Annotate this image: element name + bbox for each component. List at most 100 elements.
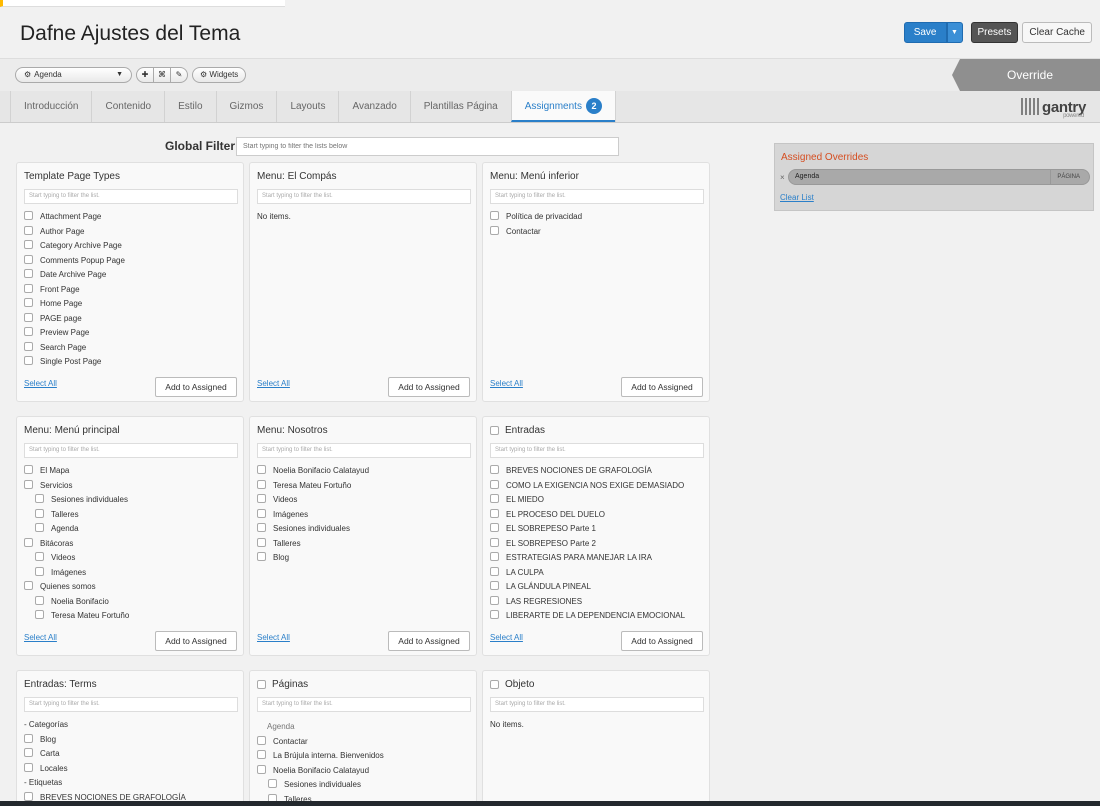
panel-filter-input[interactable]: Start typing to filter the list. xyxy=(24,189,238,204)
checkbox[interactable] xyxy=(490,610,499,619)
list-item[interactable]: EL MIEDO xyxy=(490,492,704,507)
list-item[interactable]: Carta xyxy=(24,746,238,761)
select-all-link[interactable]: Select All xyxy=(490,633,523,642)
list-item[interactable]: EL SOBREPESO Parte 2 xyxy=(490,536,704,551)
add-to-assigned-button[interactable]: Add to Assigned xyxy=(621,377,703,397)
checkbox[interactable] xyxy=(490,508,499,518)
checkbox[interactable] xyxy=(24,748,33,757)
list-item[interactable]: LAS REGRESIONES xyxy=(490,594,704,609)
list-item[interactable]: Search Page xyxy=(24,340,238,355)
checkbox[interactable] xyxy=(35,523,44,532)
checkbox[interactable] xyxy=(257,479,266,489)
list-item[interactable]: La Brújula interna. Bienvenidos xyxy=(257,748,471,763)
global-filter-input[interactable] xyxy=(236,137,619,156)
checkbox[interactable] xyxy=(490,581,499,590)
checkbox[interactable] xyxy=(24,327,33,336)
select-all-link[interactable]: Select All xyxy=(24,633,57,642)
list-item[interactable]: Servicios xyxy=(24,478,238,493)
checkbox[interactable] xyxy=(257,537,266,547)
list-item[interactable]: Videos xyxy=(257,492,471,507)
list-item[interactable]: Blog xyxy=(257,550,471,565)
list-item[interactable]: El Mapa xyxy=(24,463,238,478)
checkbox[interactable] xyxy=(257,494,266,503)
list-item[interactable]: LIBERARTE DE LA DEPENDENCIA EMOCIONAL xyxy=(490,608,704,623)
checkbox[interactable] xyxy=(35,508,44,518)
tab-gizmos[interactable]: Gizmos xyxy=(215,91,277,122)
checkbox[interactable] xyxy=(35,494,44,503)
panel-filter-input[interactable]: Start typing to filter the list. xyxy=(490,697,704,712)
list-item[interactable]: Locales xyxy=(24,761,238,776)
panel-filter-input[interactable]: Start typing to filter the list. xyxy=(257,189,471,204)
list-item[interactable]: LA GLÁNDULA PINEAL xyxy=(490,579,704,594)
list-item[interactable]: Home Page xyxy=(24,296,238,311)
list-item[interactable]: Author Page xyxy=(24,224,238,239)
list-item[interactable]: Teresa Mateu Fortuño xyxy=(24,608,238,623)
checkbox[interactable] xyxy=(24,465,33,474)
list-item[interactable]: EL SOBREPESO Parte 1 xyxy=(490,521,704,536)
select-all-link[interactable]: Select All xyxy=(257,633,290,642)
list-item[interactable]: BREVES NOCIONES DE GRAFOLOGÍA xyxy=(490,463,704,478)
list-item[interactable]: Noelia Bonifacio xyxy=(24,594,238,609)
panel-filter-input[interactable]: Start typing to filter the list. xyxy=(257,443,471,458)
checkbox[interactable] xyxy=(24,537,33,547)
panel-list[interactable]: Agenda Contactar La Brújula interna. Bie… xyxy=(257,719,471,805)
panel-filter-input[interactable]: Start typing to filter the list. xyxy=(490,189,704,204)
checkbox[interactable] xyxy=(257,508,266,518)
checkbox[interactable] xyxy=(490,225,499,235)
panel-filter-input[interactable]: Start typing to filter the list. xyxy=(24,443,238,458)
duplicate-override-icon[interactable]: ⌘ xyxy=(153,67,171,83)
list-item[interactable]: Comments Popup Page xyxy=(24,253,238,268)
add-to-assigned-button[interactable]: Add to Assigned xyxy=(155,631,237,651)
list-item[interactable]: Category Archive Page xyxy=(24,238,238,253)
select-all-link[interactable]: Select All xyxy=(257,379,290,388)
checkbox[interactable] xyxy=(257,523,266,532)
checkbox[interactable] xyxy=(24,211,33,220)
list-item[interactable]: Sesiones individuales xyxy=(257,777,471,792)
add-override-icon[interactable]: ✚ xyxy=(136,67,154,83)
panel-filter-input[interactable]: Start typing to filter the list. xyxy=(257,697,471,712)
checkbox[interactable] xyxy=(24,269,33,278)
select-all-link[interactable]: Select All xyxy=(24,379,57,388)
select-group-checkbox[interactable] xyxy=(257,680,266,689)
panel-list[interactable]: - Categorías Blog Carta Locales - Etique… xyxy=(24,717,238,803)
list-item[interactable]: PAGE page xyxy=(24,311,238,326)
override-select[interactable]: ⚙ Agenda ▼ xyxy=(15,67,132,83)
list-item[interactable]: Talleres xyxy=(257,536,471,551)
checkbox[interactable] xyxy=(490,479,499,489)
tab-estilo[interactable]: Estilo xyxy=(164,91,215,122)
list-item[interactable]: Contactar xyxy=(257,734,471,749)
tab-layouts[interactable]: Layouts xyxy=(276,91,338,122)
checkbox[interactable] xyxy=(24,791,33,801)
checkbox[interactable] xyxy=(24,298,33,307)
tab-plantillas-pagina[interactable]: Plantillas Página xyxy=(409,91,511,122)
list-item[interactable]: Imágenes xyxy=(257,507,471,522)
save-button[interactable]: Save xyxy=(903,22,947,43)
panel-list[interactable]: El Mapa Servicios Sesiones individuales … xyxy=(24,463,238,625)
checkbox[interactable] xyxy=(35,595,44,605)
checkbox[interactable] xyxy=(24,479,33,489)
checkbox[interactable] xyxy=(490,537,499,547)
tab-introduccion[interactable]: Introducción xyxy=(10,91,91,122)
checkbox[interactable] xyxy=(490,211,499,220)
list-item[interactable]: Blog xyxy=(24,732,238,747)
list-item[interactable]: EL PROCESO DEL DUELO xyxy=(490,507,704,522)
checkbox[interactable] xyxy=(24,225,33,235)
list-item[interactable]: Talleres xyxy=(24,507,238,522)
list-item[interactable]: Imágenes xyxy=(24,565,238,580)
panel-list[interactable]: BREVES NOCIONES DE GRAFOLOGÍA COMO LA EX… xyxy=(490,463,704,625)
checkbox[interactable] xyxy=(257,764,266,774)
checkbox[interactable] xyxy=(490,595,499,605)
list-item[interactable]: Noelia Bonifacio Calatayud xyxy=(257,463,471,478)
select-group-checkbox[interactable] xyxy=(490,426,499,435)
checkbox[interactable] xyxy=(257,552,266,561)
checkbox[interactable] xyxy=(35,566,44,576)
checkbox[interactable] xyxy=(490,494,499,503)
clear-list-link[interactable]: Clear List xyxy=(780,193,814,202)
checkbox[interactable] xyxy=(24,341,33,351)
list-item[interactable]: Noelia Bonifacio Calatayud xyxy=(257,763,471,778)
list-item[interactable]: Bitácoras xyxy=(24,536,238,551)
panel-list[interactable]: Noelia Bonifacio Calatayud Teresa Mateu … xyxy=(257,463,471,623)
checkbox[interactable] xyxy=(24,240,33,249)
tab-avanzado[interactable]: Avanzado xyxy=(338,91,409,122)
tab-assignments[interactable]: Assignments 2 xyxy=(510,91,615,122)
